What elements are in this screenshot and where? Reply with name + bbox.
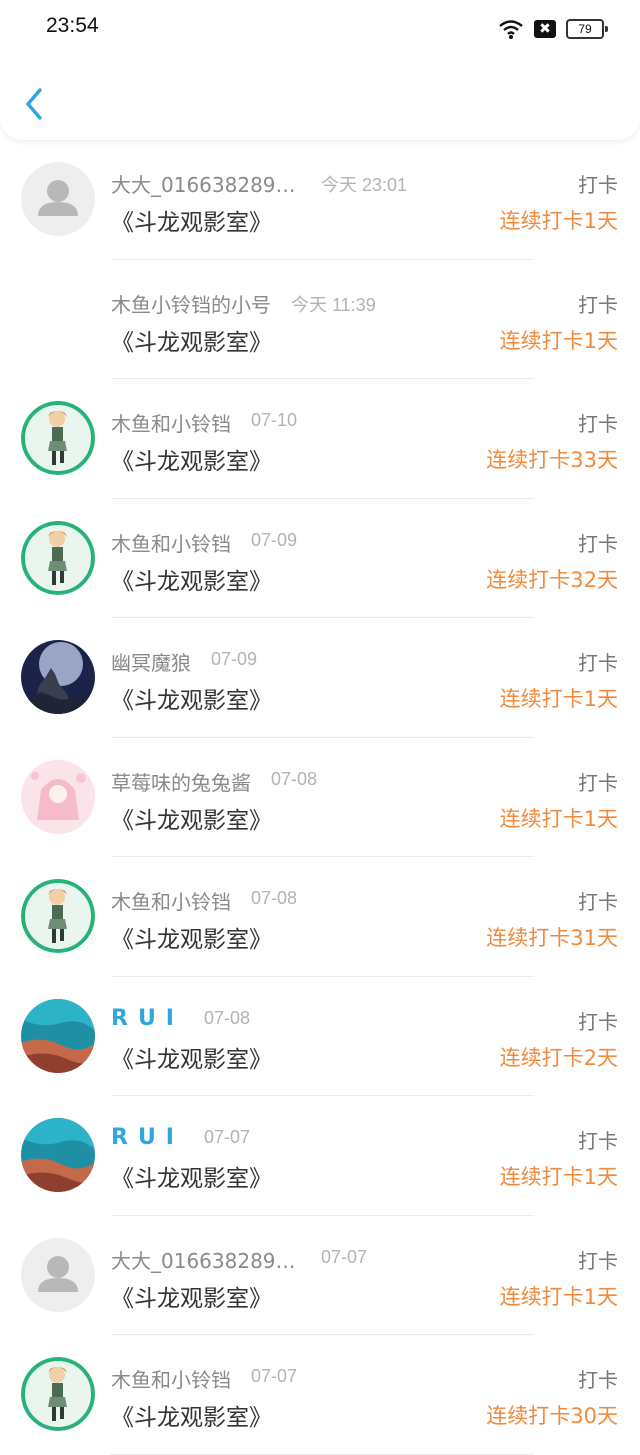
video-title: 《斗龙观影室》 (111, 1405, 272, 1431)
user-name[interactable]: 木鱼和小铃铛 (111, 528, 231, 557)
user-name[interactable]: 木鱼和小铃铛 (111, 408, 231, 437)
video-title: 《斗龙观影室》 (111, 449, 272, 475)
streak-count: 连续打卡1天 (499, 1284, 618, 1309)
streak-count: 连续打卡1天 (499, 1165, 618, 1189)
streak-count: 连续打卡1天 (499, 328, 618, 353)
avatar[interactable] (21, 759, 95, 834)
post-time: 07-09 (251, 529, 298, 550)
user-name[interactable]: 大大_0166382896... (111, 1245, 301, 1274)
post-time: 07-07 (251, 1366, 298, 1386)
status-time: 23:54 (46, 14, 99, 37)
user-name[interactable]: 大大_0166382896... (111, 169, 301, 198)
post-time: 07-08 (251, 888, 298, 908)
avatar[interactable] (21, 998, 95, 1073)
checkin-list: 大大_0166382896... 今天 23:01 《斗龙观影室》 打卡 连续打卡1天木… (0, 140, 640, 1455)
checkin-row[interactable]: 大大_0166382896... 07-07 《斗龙观影室》 打卡连续打卡1天 (0, 1216, 640, 1335)
streak-count: 连续打卡31天 (486, 926, 618, 950)
streak-count: 连续打卡1天 (499, 209, 618, 233)
user-name[interactable]: 木鱼和小铃铛 (111, 886, 231, 915)
avatar[interactable] (21, 162, 95, 236)
checkin-label: 打卡 (578, 173, 618, 197)
checkin-label: 打卡 (578, 1009, 618, 1034)
avatar[interactable] (21, 1118, 95, 1192)
post-time: 07-07 (204, 1127, 251, 1147)
checkin-label: 打卡 (578, 1248, 618, 1273)
checkin-row[interactable]: 草莓味的兔兔酱 07-08 《斗龙观影室》 打卡连续打卡1天 (0, 738, 640, 857)
video-title: 《斗龙观影室》 (111, 688, 272, 714)
user-name[interactable]: 木鱼和小铃铛 (111, 1364, 231, 1393)
checkin-label: 打卡 (578, 412, 618, 436)
video-title: 《斗龙观影室》 (111, 210, 272, 236)
top-header: 23:54 ✖ 79 (0, 0, 640, 140)
checkin-row[interactable]: 木鱼和小铃铛 07-07 《斗龙观影室》 打卡连续打卡30天 (0, 1335, 640, 1455)
checkin-row[interactable]: 幽冥魔狼 07-09 《斗龙观影室》 打卡连续打卡1天 (0, 618, 640, 738)
avatar[interactable] (21, 1237, 95, 1312)
post-time: 07-08 (271, 768, 318, 789)
avatar[interactable] (21, 401, 95, 475)
video-title: 《斗龙观影室》 (111, 568, 272, 595)
checkin-row[interactable]: 木鱼和小铃铛 07-10 《斗龙观影室》 打卡连续打卡33天 (0, 379, 640, 499)
checkin-label: 打卡 (578, 292, 618, 317)
avatar[interactable] (21, 640, 95, 714)
checkin-row[interactable]: RUI 07-08 《斗龙观影室》 打卡连续打卡2天 (0, 977, 640, 1096)
video-title: 《斗龙观影室》 (111, 927, 272, 953)
user-name[interactable]: RUI (111, 1125, 184, 1150)
checkin-row[interactable]: 木鱼小铃铛的小号 今天 11:39 《斗龙观影室》 打卡连续打卡1天 (0, 260, 640, 379)
post-time: 今天 11:39 (291, 294, 376, 315)
checkin-row[interactable]: 木鱼和小铃铛 07-08 《斗龙观影室》 打卡连续打卡31天 (0, 857, 640, 977)
post-time: 07-10 (251, 410, 298, 430)
checkin-label: 打卡 (578, 651, 618, 675)
video-title: 《斗龙观影室》 (111, 1285, 272, 1312)
streak-count: 连续打卡1天 (499, 687, 618, 711)
post-time: 今天 23:01 (321, 175, 408, 195)
user-name[interactable]: 木鱼小铃铛的小号 (111, 289, 271, 318)
checkin-label: 打卡 (578, 531, 618, 556)
user-name[interactable]: 草莓味的兔兔酱 (111, 767, 251, 796)
row-divider (111, 1453, 534, 1455)
battery-icon: 79 (566, 19, 608, 39)
user-name[interactable]: RUI (111, 1006, 184, 1031)
streak-count: 连续打卡2天 (499, 1045, 618, 1070)
checkin-label: 打卡 (578, 770, 618, 795)
video-title: 《斗龙观影室》 (111, 1046, 272, 1073)
checkin-label: 打卡 (578, 890, 618, 914)
checkin-row[interactable]: 木鱼和小铃铛 07-09 《斗龙观影室》 打卡连续打卡32天 (0, 499, 640, 618)
checkin-label: 打卡 (578, 1129, 618, 1153)
avatar[interactable] (21, 1357, 95, 1431)
post-time: 07-07 (321, 1246, 368, 1267)
streak-count: 连续打卡30天 (486, 1404, 618, 1428)
post-time: 07-08 (204, 1007, 251, 1028)
video-title: 《斗龙观影室》 (111, 807, 272, 834)
video-title: 《斗龙观影室》 (111, 1166, 272, 1192)
checkin-row[interactable]: RUI 07-07 《斗龙观影室》 打卡连续打卡1天 (0, 1096, 640, 1216)
no-sim-icon: ✖ (534, 20, 556, 38)
streak-count: 连续打卡1天 (499, 806, 618, 831)
avatar[interactable] (21, 520, 95, 595)
user-name[interactable]: 幽冥魔狼 (111, 647, 191, 676)
streak-count: 连续打卡32天 (486, 567, 618, 592)
checkin-row[interactable]: 大大_0166382896... 今天 23:01 《斗龙观影室》 打卡连续打卡1天 (0, 140, 640, 260)
avatar[interactable] (21, 879, 95, 953)
post-time: 07-09 (211, 649, 258, 669)
status-icons: ✖ 79 (498, 16, 608, 42)
video-title: 《斗龙观影室》 (111, 329, 272, 356)
wifi-icon (499, 20, 523, 39)
checkin-label: 打卡 (578, 1368, 618, 1392)
back-button[interactable] (18, 84, 54, 124)
streak-count: 连续打卡33天 (486, 448, 618, 472)
